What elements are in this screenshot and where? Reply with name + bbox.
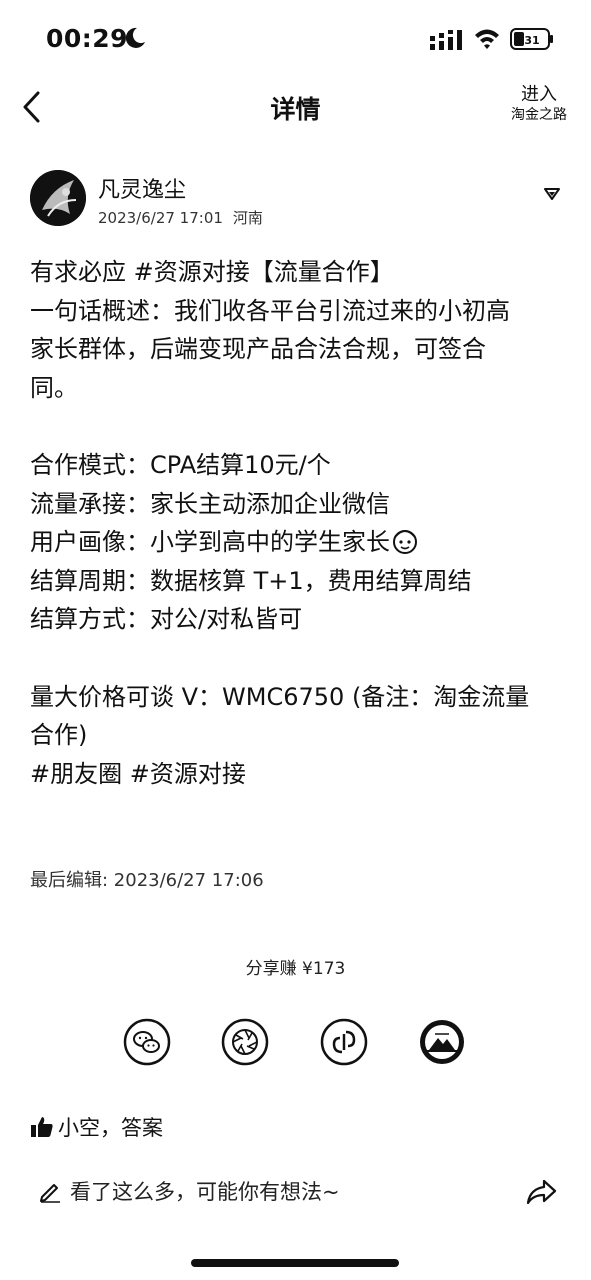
post-line: 一句话概述：我们收各平台引流过来的小初高 [30,296,510,325]
moon-icon [125,27,145,48]
likes-row: 小空，答案 [30,1112,163,1142]
chevron-down-icon[interactable] [543,186,561,202]
last-edited: 最后编辑: 2023/6/27 17:06 [30,870,264,891]
post-line: 合作) [30,721,88,750]
comment-placeholder: 看了这么多，可能你有想法~ [70,1180,340,1204]
enter-label: 进入 [521,84,557,105]
status-time: 00:29 [46,24,129,53]
moments-share-icon[interactable] [221,1018,269,1066]
battery-level: 31 [524,34,539,47]
post-line-blank [30,407,570,446]
post-line: 结算周期：数据核算 T+1，费用结算周结 [30,566,472,595]
post-line: 结算方式：对公/对私皆可 [30,605,303,634]
battery-icon: 31 [510,28,553,50]
share-earn-label: 分享赚 ¥173 [245,959,346,979]
home-indicator[interactable] [191,1259,399,1267]
post-line: 有求必应 #资源对接【流量合作】 [30,258,394,286]
post-date: 2023/6/27 17:01 [98,209,223,227]
link-share-icon[interactable] [320,1018,368,1066]
post-line-blank [30,639,570,678]
wifi-icon [475,29,499,49]
post-line: 合作模式：CPA结算10元/个 [30,450,331,479]
post-line-user-portrait: 用户画像：小学到高中的学生家长 [30,523,570,562]
comment-input[interactable]: 看了这么多，可能你有想法~ [38,1176,340,1206]
wechat-share-icon[interactable] [123,1018,171,1066]
likes-names[interactable]: 小空，答案 [58,1112,163,1142]
emoji-face-icon [393,530,417,555]
taojin-share-icon[interactable] [418,1018,466,1066]
post-meta: 2023/6/27 17:01 河南 [98,207,263,228]
forward-share-icon[interactable] [525,1178,557,1206]
author-name[interactable]: 凡灵逸尘 [98,172,186,204]
post-line: 同。 [30,373,78,402]
post-line: 量大价格可谈 V：WMC6750 (备注：淘金流量 [30,682,530,711]
enter-sublabel: 淘金之路 [511,107,567,123]
post-content: 有求必应 #资源对接【流量合作】 一句话概述：我们收各平台引流过来的小初高 家长… [30,253,570,793]
avatar-image [30,170,86,226]
post-hashtags[interactable]: #朋友圈 #资源对接 [30,755,570,794]
post-line: 流量承接：家长主动添加企业微信 [30,489,390,518]
avatar[interactable] [30,170,86,226]
thumbs-up-icon[interactable] [30,1115,54,1139]
post-location: 河南 [232,209,263,227]
enter-taojin-link[interactable]: 进入 淘金之路 [511,84,567,124]
post-line: 家长群体，后端变现产品合法合规，可签合 [30,335,486,364]
post-line-text: 用户画像：小学到高中的学生家长 [30,528,390,557]
pen-icon [40,1184,60,1203]
signal-icon [430,30,462,50]
page-title: 详情 [270,95,321,124]
